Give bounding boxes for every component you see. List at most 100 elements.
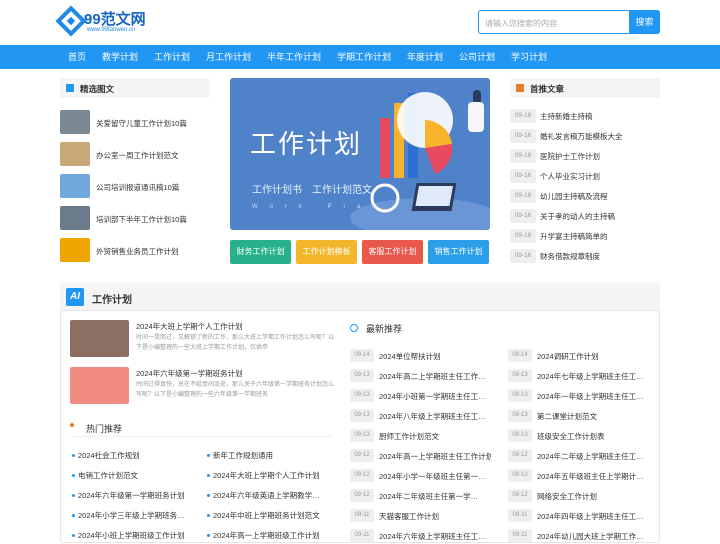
nav-item-semester[interactable]: 学期工作计划 xyxy=(337,45,391,69)
item-link[interactable]: 2024年二年级班主任第一学… xyxy=(379,491,491,502)
featured-thumbnail[interactable] xyxy=(60,174,90,198)
featured-thumbnail[interactable] xyxy=(60,110,90,134)
recommended-item[interactable]: 09-16 财务借款规章制度 xyxy=(510,248,660,264)
latest-item[interactable]: 09-11 2024年幼儿园大班上学期工作… xyxy=(508,528,663,544)
featured-item-label[interactable]: 外贸销售业务员工作计划 xyxy=(96,246,179,257)
article-title[interactable]: 2024年大班上学期个人工作计划 xyxy=(136,321,243,332)
item-link[interactable]: 财务借款规章制度 xyxy=(540,251,600,262)
latest-item[interactable]: 09-14 2024单位帮扶计划 xyxy=(350,348,505,364)
item-link[interactable]: 2024单位帮扶计划 xyxy=(379,351,491,362)
item-link[interactable]: 网络安全工作计划 xyxy=(537,491,649,502)
featured-item-label[interactable]: 公司培训报道通讯稿10篇 xyxy=(96,182,179,193)
nav-item-monthly[interactable]: 月工作计划 xyxy=(206,45,251,69)
featured-item[interactable]: 培训部下半年工作计划10篇 xyxy=(60,206,210,234)
nav-item-teaching[interactable]: 教学计划 xyxy=(102,45,138,69)
hot-item[interactable]: 2024年中班上学期班务计划范文 xyxy=(207,510,320,524)
item-link[interactable]: 2024年小班第一学期班主任工… xyxy=(379,391,491,402)
latest-item[interactable]: 09-12 2024年小学一年级班主任第一… xyxy=(350,468,505,484)
search-button[interactable]: 搜索 xyxy=(629,10,660,34)
site-logo[interactable]: 99范文网 www.99fanwen.cn xyxy=(55,5,150,37)
hot-item[interactable]: 2024年高一上学期班级工作计划 xyxy=(207,530,320,544)
recommended-item[interactable]: 09-16 医院护士工作计划 xyxy=(510,148,660,164)
hot-item[interactable]: 2024年六年级第一学期班务计划 xyxy=(72,490,185,504)
hot-item[interactable]: 2024年大班上学期个人工作计划 xyxy=(207,470,320,484)
recommended-item[interactable]: 09-16 个人毕业实习计划 xyxy=(510,168,660,184)
hot-item[interactable]: 电销工作计划范文 xyxy=(72,470,138,484)
nav-item-work-plan[interactable]: 工作计划 xyxy=(154,45,190,69)
item-link[interactable]: 班级安全工作计划表 xyxy=(537,431,649,442)
recommended-item[interactable]: 09-16 升学宴主持稿简单的 xyxy=(510,228,660,244)
hero-banner[interactable]: 工作计划 工作计划书 工作计划范文 Work Plan xyxy=(230,78,490,230)
latest-item[interactable]: 09-12 2024年五年级班主任上学期计… xyxy=(508,468,663,484)
latest-item[interactable]: 09-13 第二课堂计划范文 xyxy=(508,408,663,424)
tag-button-finance[interactable]: 财务工作计划 xyxy=(230,240,291,264)
featured-item-label[interactable]: 关爱留守儿童工作计划10篇 xyxy=(96,118,187,129)
item-link[interactable]: 个人毕业实习计划 xyxy=(540,171,600,182)
item-link[interactable]: 天猫客服工作计划 xyxy=(379,511,491,522)
item-link[interactable]: 2024年高二上学期班主任工作… xyxy=(379,371,491,382)
hot-item[interactable]: 2024社会工作规划 xyxy=(72,450,140,464)
nav-item-half-year[interactable]: 半年工作计划 xyxy=(267,45,321,69)
item-link[interactable]: 2024年幼儿园大班上学期工作… xyxy=(537,531,649,542)
latest-item[interactable]: 09-12 2024年高一上学期班主任工作计划 xyxy=(350,448,505,464)
search-input[interactable]: 请输入您搜索的内容 xyxy=(485,18,557,29)
featured-item[interactable]: 办公室一周工作计划范文 xyxy=(60,142,210,170)
latest-item[interactable]: 09-13 2024年一年级上学期班主任工… xyxy=(508,388,663,404)
item-link[interactable]: 2024年一年级上学期班主任工… xyxy=(537,391,649,402)
hot-item[interactable]: 2024年小班上学期班级工作计划 xyxy=(72,530,185,544)
latest-item[interactable]: 09-13 厨师工作计划范文 xyxy=(350,428,505,444)
featured-item-label[interactable]: 培训部下半年工作计划10篇 xyxy=(96,214,187,225)
latest-item[interactable]: 09-13 2024年八年级上学期班主任工… xyxy=(350,408,505,424)
featured-item[interactable]: 公司培训报道通讯稿10篇 xyxy=(60,174,210,202)
item-link[interactable]: 2024调研工作计划 xyxy=(537,351,649,362)
item-link[interactable]: 2024年高一上学期班主任工作计划 xyxy=(379,451,491,462)
featured-item[interactable]: 关爱留守儿童工作计划10篇 xyxy=(60,110,210,138)
section-title[interactable]: 工作计划 xyxy=(92,291,132,306)
latest-item[interactable]: 09-12 2024年二年级上学期班主任工… xyxy=(508,448,663,464)
nav-item-company[interactable]: 公司计划 xyxy=(459,45,495,69)
item-link[interactable]: 2024年四年级上学期班主任工… xyxy=(537,511,649,522)
item-link[interactable]: 2024年二年级上学期班主任工… xyxy=(537,451,649,462)
latest-item[interactable]: 09-11 天猫客服工作计划 xyxy=(350,508,505,524)
latest-item[interactable]: 09-12 网络安全工作计划 xyxy=(508,488,663,504)
featured-thumbnail[interactable] xyxy=(60,238,90,262)
item-link[interactable]: 主持新婚主持稿 xyxy=(540,111,593,122)
tag-button-customer-service[interactable]: 客服工作计划 xyxy=(362,240,423,264)
latest-item[interactable]: 09-13 2024年小班第一学期班主任工… xyxy=(350,388,505,404)
latest-item[interactable]: 09-11 2024年四年级上学期班主任工… xyxy=(508,508,663,524)
latest-item[interactable]: 09-11 2024年六年级上学期班主任工… xyxy=(350,528,505,544)
featured-thumbnail[interactable] xyxy=(60,206,90,230)
hot-item[interactable]: 新年工作规划通用 xyxy=(207,450,273,464)
article-card[interactable]: 2024年六年级第一学期班务计划 时间过得真快，总在不经意间流逝，那么关于六年级… xyxy=(70,367,340,407)
article-thumbnail[interactable] xyxy=(70,320,129,357)
item-link[interactable]: 升学宴主持稿简单的 xyxy=(540,231,608,242)
nav-item-annual[interactable]: 年度计划 xyxy=(407,45,443,69)
latest-item[interactable]: 09-14 2024调研工作计划 xyxy=(508,348,663,364)
nav-item-home[interactable]: 首页 xyxy=(68,45,86,69)
featured-thumbnail[interactable] xyxy=(60,142,90,166)
latest-item[interactable]: 09-13 2024年七年级上学期班主任工… xyxy=(508,368,663,384)
item-link[interactable]: 厨师工作计划范文 xyxy=(379,431,491,442)
item-link[interactable]: 婚礼发言稿万能模板大全 xyxy=(540,131,623,142)
latest-item[interactable]: 09-12 2024年二年级班主任第一学… xyxy=(350,488,505,504)
item-link[interactable]: 2024年八年级上学期班主任工… xyxy=(379,411,491,422)
featured-item-label[interactable]: 办公室一周工作计划范文 xyxy=(96,150,179,161)
recommended-item[interactable]: 09-16 幼儿园主持稿及流程 xyxy=(510,188,660,204)
item-link[interactable]: 2024年小学一年级班主任第一… xyxy=(379,471,491,482)
article-thumbnail[interactable] xyxy=(70,367,129,404)
item-link[interactable]: 第二课堂计划范文 xyxy=(537,411,649,422)
tag-button-template[interactable]: 工作计划模板 xyxy=(296,240,357,264)
recommended-item[interactable]: 09-16 关于孝的动人的主持稿 xyxy=(510,208,660,224)
latest-item[interactable]: 09-13 班级安全工作计划表 xyxy=(508,428,663,444)
item-link[interactable]: 关于孝的动人的主持稿 xyxy=(540,211,615,222)
featured-item[interactable]: 外贸销售业务员工作计划 xyxy=(60,238,210,266)
article-title[interactable]: 2024年六年级第一学期班务计划 xyxy=(136,368,243,379)
tag-button-sales[interactable]: 销售工作计划 xyxy=(428,240,489,264)
item-link[interactable]: 2024年六年级上学期班主任工… xyxy=(379,531,491,542)
hot-item[interactable]: 2024年小学三年级上学期班务… xyxy=(72,510,185,524)
recommended-item[interactable]: 09-16 主持新婚主持稿 xyxy=(510,108,660,124)
latest-item[interactable]: 09-13 2024年高二上学期班主任工作… xyxy=(350,368,505,384)
item-link[interactable]: 医院护士工作计划 xyxy=(540,151,600,162)
hot-item[interactable]: 2024年六年级英语上学期教学… xyxy=(207,490,320,504)
article-card[interactable]: 2024年大班上学期个人工作计划 时间一晃而过，又解锁了新的工作，那么大班上学期… xyxy=(70,320,340,360)
